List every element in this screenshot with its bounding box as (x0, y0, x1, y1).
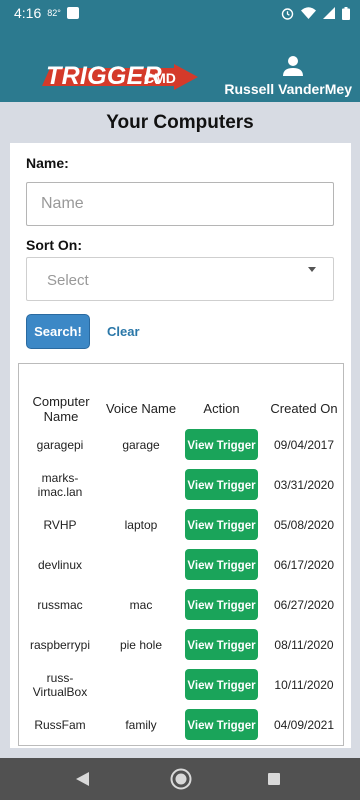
name-label: Name: (26, 155, 69, 171)
user-name[interactable]: Russell VanderMey (224, 81, 352, 97)
table-row: garagepi garage View Trigger 09/04/2017 (19, 426, 343, 466)
view-trigger-button[interactable]: View Trigger (185, 709, 258, 740)
table-row: russmac mac View Trigger 06/27/2020 (19, 586, 343, 626)
cell-created-on: 08/11/2020 (274, 638, 334, 652)
cell-created-on: 03/31/2020 (273, 478, 335, 492)
table-row: marks-imac.lan View Trigger 03/31/2020 (19, 466, 343, 506)
cell-created-on: 09/04/2017 (273, 438, 335, 452)
triggercmd-logo[interactable]: TRIGGER CMD (42, 62, 202, 90)
table-row: devlinux View Trigger 06/17/2020 (19, 546, 343, 586)
back-icon[interactable] (76, 772, 90, 786)
view-trigger-button[interactable]: View Trigger (185, 589, 258, 620)
computers-table: Computer Name Voice Name Action Created … (18, 363, 344, 746)
view-trigger-button[interactable]: View Trigger (185, 629, 258, 660)
status-temp: 82° (47, 8, 61, 18)
sort-select-value: Select (47, 272, 89, 289)
cell-created-on: 04/09/2021 (273, 718, 335, 732)
cell-voice-name: pie hole (119, 638, 163, 652)
table-row: RussFam family View Trigger 04/09/2021 (19, 706, 343, 746)
signal-icon (323, 7, 335, 19)
table-row: raspberrypi pie hole View Trigger 08/11/… (19, 626, 343, 666)
page-title: Your Computers (106, 112, 254, 133)
cell-created-on: 06/17/2020 (273, 558, 335, 572)
battery-icon (342, 6, 350, 20)
sort-select[interactable]: Select (26, 257, 334, 301)
caret-down-icon (308, 267, 316, 272)
notification-icon (66, 7, 79, 19)
cell-voice-name: laptop (124, 518, 158, 532)
cell-computer-name: RussFam (34, 718, 86, 732)
computers-card: Name: Sort On: Select Search! Clear Comp… (10, 143, 351, 748)
wifi-icon (301, 7, 316, 19)
header-computer-name: Computer Name (32, 394, 90, 424)
table-row: russ-VirtualBox View Trigger 10/11/2020 (19, 666, 343, 706)
clear-link[interactable]: Clear (107, 324, 140, 339)
table-row: RVHP laptop View Trigger 05/08/2020 (19, 506, 343, 546)
view-trigger-button[interactable]: View Trigger (185, 669, 258, 700)
view-trigger-button[interactable]: View Trigger (185, 469, 258, 500)
cell-voice-name: garage (122, 438, 160, 452)
cell-computer-name: garagepi (36, 438, 84, 452)
search-button[interactable]: Search! (26, 314, 90, 349)
logo-sub-text: CMD (144, 70, 176, 86)
view-trigger-button[interactable]: View Trigger (185, 549, 258, 580)
status-time: 4:16 (14, 5, 42, 21)
view-trigger-button[interactable]: View Trigger (185, 429, 258, 460)
header-voice-name: Voice Name (105, 401, 177, 416)
status-bar: 4:16 82° (0, 0, 360, 26)
alarm-icon (281, 7, 294, 20)
user-icon[interactable] (282, 55, 304, 77)
cell-voice-name: mac (129, 598, 153, 612)
cell-created-on: 10/11/2020 (274, 678, 334, 692)
sort-label: Sort On: (26, 237, 82, 253)
cell-computer-name: marks-imac.lan (37, 471, 83, 499)
name-input[interactable] (26, 182, 334, 226)
header-action: Action (203, 401, 240, 416)
home-icon[interactable] (170, 768, 192, 790)
recent-apps-icon[interactable] (268, 773, 280, 785)
cell-created-on: 05/08/2020 (273, 518, 335, 532)
cell-computer-name: devlinux (37, 558, 83, 572)
cell-computer-name: russmac (37, 598, 83, 612)
cell-created-on: 06/27/2020 (273, 598, 335, 612)
cell-computer-name: raspberrypi (29, 638, 91, 652)
header-created-on: Created On (270, 401, 338, 416)
system-nav-bar (0, 758, 360, 800)
cell-voice-name: family (125, 718, 157, 732)
view-trigger-button[interactable]: View Trigger (185, 509, 258, 540)
cell-computer-name: RVHP (43, 518, 77, 532)
cell-computer-name: russ-VirtualBox (32, 671, 88, 699)
